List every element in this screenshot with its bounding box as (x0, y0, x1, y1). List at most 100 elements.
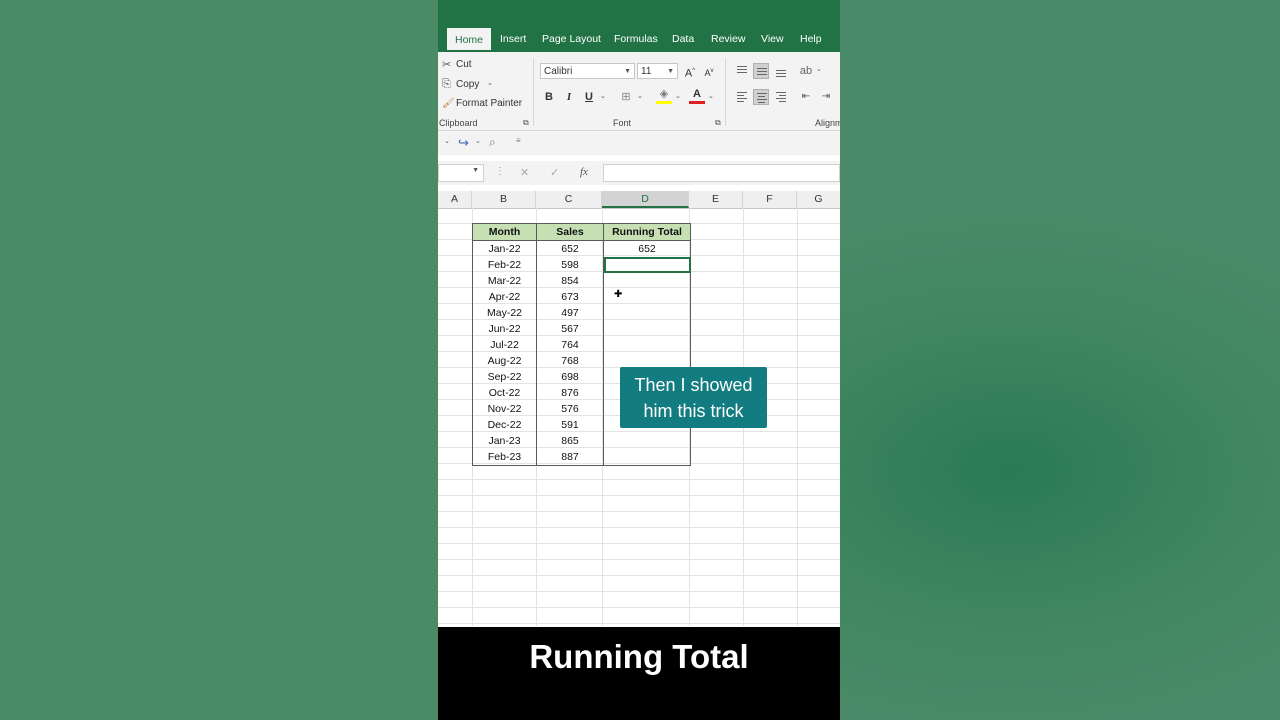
sales-cell[interactable]: 876 (536, 385, 604, 401)
header-sales[interactable]: Sales (536, 223, 604, 241)
top-align-icon[interactable] (734, 63, 750, 79)
tab-insert[interactable]: Insert (500, 33, 526, 45)
decrease-font-size-icon[interactable]: Av (701, 63, 717, 79)
align-center-icon[interactable] (753, 89, 769, 105)
sales-cell[interactable]: 673 (536, 289, 604, 305)
chevron-down-icon[interactable]: ⌄ (637, 92, 643, 100)
customize-toolbar-icon[interactable]: ≡ (516, 136, 521, 145)
sales-cell[interactable]: 698 (536, 369, 604, 385)
column-header-c[interactable]: C (536, 191, 602, 208)
month-cell[interactable]: Feb-23 (472, 449, 537, 466)
middle-align-icon[interactable] (753, 63, 769, 79)
increase-font-size-icon[interactable]: A^ (682, 63, 698, 80)
tab-page-layout[interactable]: Page Layout (542, 33, 601, 45)
tab-formulas[interactable]: Formulas (614, 33, 658, 45)
sales-cell[interactable]: 652 (536, 240, 604, 257)
month-cell[interactable]: Jan-22 (472, 240, 537, 257)
month-cell[interactable]: May-22 (472, 305, 537, 321)
tab-view[interactable]: View (761, 33, 784, 45)
name-box[interactable]: ▼ (438, 164, 484, 182)
column-header-b[interactable]: B (472, 191, 536, 208)
chevron-down-icon[interactable]: ⌄ (487, 79, 493, 87)
sales-cell[interactable]: 854 (536, 273, 604, 289)
underline-button[interactable]: U (581, 89, 597, 105)
month-cell[interactable]: Nov-22 (472, 401, 537, 417)
sales-cell[interactable]: 598 (536, 257, 604, 273)
redo-icon[interactable]: ↪ (458, 135, 469, 151)
column-header-e[interactable]: E (689, 191, 743, 208)
column-header-d[interactable]: D (602, 191, 689, 208)
running-total-cell[interactable]: 652 (603, 240, 691, 257)
running-total-cell[interactable] (603, 305, 691, 321)
month-cell[interactable]: Mar-22 (472, 273, 537, 289)
header-month[interactable]: Month (472, 223, 537, 241)
sales-cell[interactable]: 591 (536, 417, 604, 433)
month-cell[interactable]: Feb-22 (472, 257, 537, 273)
header-running-total[interactable]: Running Total (603, 223, 691, 241)
chevron-down-icon[interactable]: ⌄ (816, 65, 822, 73)
column-header-g[interactable]: G (797, 191, 840, 208)
column-header-a[interactable]: A (438, 191, 472, 208)
running-total-cell[interactable] (603, 257, 691, 273)
month-cell[interactable]: Apr-22 (472, 289, 537, 305)
month-cell[interactable]: Sep-22 (472, 369, 537, 385)
chevron-down-icon[interactable]: ⌄ (600, 92, 606, 100)
cancel-entry-icon[interactable]: ✕ (520, 166, 529, 179)
formula-input[interactable] (603, 164, 840, 182)
insert-function-icon[interactable]: fx (580, 166, 588, 178)
group-divider (725, 58, 726, 126)
copy-button[interactable]: Copy (456, 79, 479, 90)
print-preview-icon[interactable]: ⌕ (489, 135, 496, 150)
running-total-cell[interactable] (603, 273, 691, 289)
sales-cell[interactable]: 768 (536, 353, 604, 369)
confirm-entry-icon[interactable]: ✓ (550, 166, 559, 179)
ribbon-tab-bar: Home Insert Page Layout Formulas Data Re… (438, 0, 840, 52)
borders-icon[interactable]: ⊞ (618, 89, 634, 105)
sales-cell[interactable]: 576 (536, 401, 604, 417)
tab-home[interactable]: Home (447, 28, 492, 52)
column-headers: A B C D E F G (438, 191, 840, 209)
chevron-down-icon[interactable]: ⌄ (444, 137, 450, 145)
scissors-icon: ✂ (442, 59, 452, 71)
month-cell[interactable]: Aug-22 (472, 353, 537, 369)
dialog-launcher-icon[interactable]: ⧉ (715, 118, 721, 128)
caption-text: Then I showed him this trick (634, 374, 753, 421)
sales-cell[interactable]: 764 (536, 337, 604, 353)
tab-help[interactable]: Help (800, 33, 822, 45)
month-cell[interactable]: Dec-22 (472, 417, 537, 433)
month-cell[interactable]: Oct-22 (472, 385, 537, 401)
chevron-down-icon[interactable]: ⌄ (475, 137, 481, 145)
tab-data[interactable]: Data (672, 33, 694, 45)
align-right-icon[interactable] (773, 89, 789, 105)
font-color-button[interactable]: A (689, 87, 705, 104)
font-size-value: 11 (641, 66, 652, 77)
bold-button[interactable]: B (541, 89, 557, 105)
font-size-select[interactable]: 11 ▼ (637, 63, 678, 79)
month-cell[interactable]: Jan-23 (472, 433, 537, 449)
italic-button[interactable]: I (561, 89, 577, 105)
running-total-cell[interactable] (603, 337, 691, 353)
column-header-f[interactable]: F (743, 191, 797, 208)
chevron-down-icon[interactable]: ⌄ (708, 92, 714, 100)
orientation-icon[interactable]: ab (798, 63, 814, 79)
increase-indent-icon[interactable]: ⇥ (818, 89, 834, 105)
month-cell[interactable]: Jun-22 (472, 321, 537, 337)
align-left-icon[interactable] (734, 89, 750, 105)
sales-cell[interactable]: 497 (536, 305, 604, 321)
running-total-cell[interactable] (603, 433, 691, 449)
chevron-down-icon[interactable]: ⌄ (675, 92, 681, 100)
running-total-cell[interactable] (603, 449, 691, 466)
tab-review[interactable]: Review (711, 33, 745, 45)
month-cell[interactable]: Jul-22 (472, 337, 537, 353)
sales-cell[interactable]: 887 (536, 449, 604, 466)
decrease-indent-icon[interactable]: ⇤ (798, 89, 814, 105)
font-name-select[interactable]: Calibri ▼ (540, 63, 635, 79)
sales-cell[interactable]: 567 (536, 321, 604, 337)
dialog-launcher-icon[interactable]: ⧉ (523, 118, 529, 128)
running-total-cell[interactable] (603, 321, 691, 337)
fill-color-icon[interactable]: ◈ (656, 88, 672, 104)
bottom-align-icon[interactable] (773, 63, 789, 79)
sales-cell[interactable]: 865 (536, 433, 604, 449)
format-painter-button[interactable]: Format Painter (456, 98, 522, 109)
cut-button[interactable]: Cut (456, 59, 472, 70)
